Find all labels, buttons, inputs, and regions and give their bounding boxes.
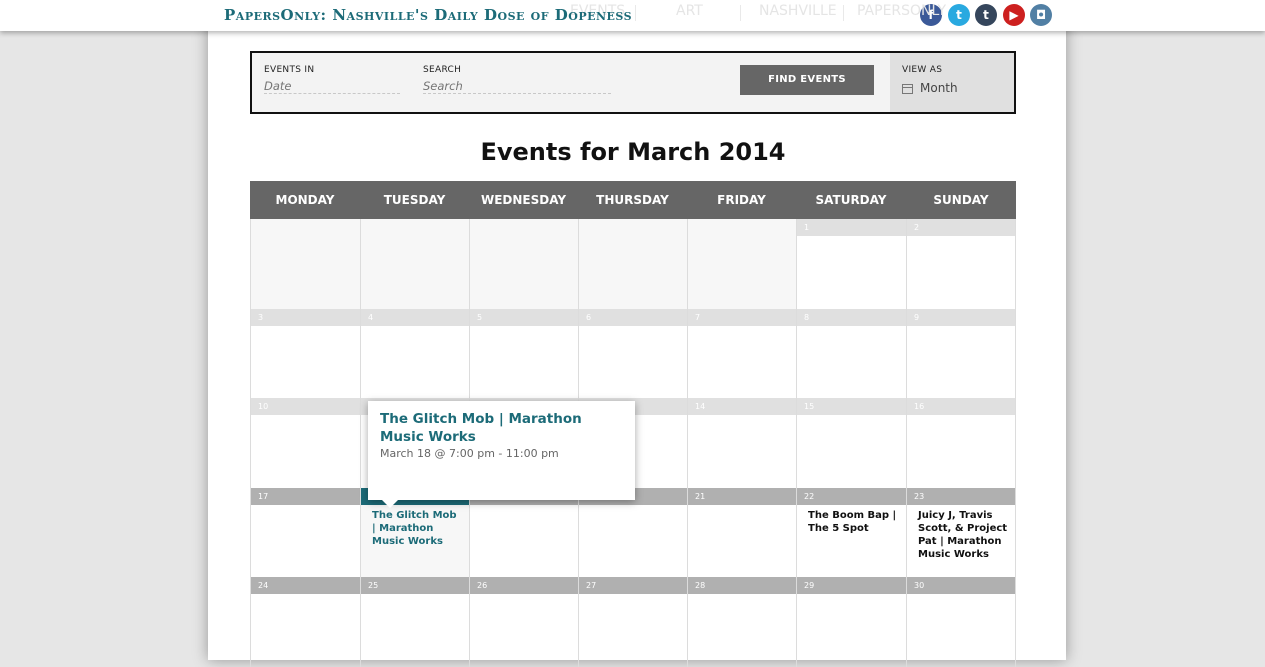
- calendar-cell-5[interactable]: 5: [469, 309, 578, 398]
- calendar-cell-2[interactable]: 2: [906, 219, 1016, 309]
- calendar-cell-empty: [578, 219, 687, 309]
- calendar-cell-7[interactable]: 7: [687, 309, 796, 398]
- day-number: 2: [907, 219, 1015, 236]
- event-filter-bar: EVENTS IN SEARCH FIND EVENTS VIEW AS Mon…: [250, 51, 1016, 114]
- calendar-header: MONDAY TUESDAY WEDNESDAY THURSDAY FRIDAY SATU…: [250, 181, 1016, 219]
- calendar-cell-30[interactable]: 30: [906, 577, 1016, 667]
- weekday-tuesday: TUESDAY: [383, 193, 446, 207]
- calendar-cell-14[interactable]: 14: [687, 398, 796, 488]
- day-number: 27: [579, 577, 687, 594]
- view-as-selector[interactable]: VIEW AS Month: [890, 53, 1014, 112]
- calendar-cell-28[interactable]: 28: [687, 577, 796, 667]
- calendar-cell-10[interactable]: 10: [250, 398, 360, 488]
- twitter-icon[interactable]: t: [948, 4, 970, 26]
- calendar-cell-20[interactable]: 20: [578, 488, 687, 577]
- weekday-sunday: SUNDAY: [933, 193, 989, 207]
- event-link[interactable]: Juicy J, Travis Scott, & Project Pat | M…: [918, 509, 1009, 561]
- day-number: 28: [688, 577, 796, 594]
- day-number: 1: [797, 219, 906, 236]
- calendar-cell-4[interactable]: 4: [360, 309, 469, 398]
- calendar-cell-27[interactable]: 27: [578, 577, 687, 667]
- day-number: 15: [797, 398, 906, 415]
- calendar-cell-empty: [687, 219, 796, 309]
- day-number: 16: [907, 398, 1015, 415]
- tooltip-event-title[interactable]: The Glitch Mob | Marathon Music Works: [380, 410, 620, 446]
- day-number: 21: [688, 488, 796, 505]
- calendar-cell-9[interactable]: 9: [906, 309, 1016, 398]
- day-number: 22: [797, 488, 906, 505]
- day-number: 3: [251, 309, 360, 326]
- day-number: 14: [688, 398, 796, 415]
- day-number: 25: [361, 577, 469, 594]
- search-input[interactable]: [423, 79, 611, 94]
- calendar-cell-24[interactable]: 24: [250, 577, 360, 667]
- tooltip-event-time: March 18 @ 7:00 pm - 11:00 pm: [380, 447, 559, 460]
- search-label: SEARCH: [423, 65, 462, 75]
- weekday-wednesday: WEDNESDAY: [480, 193, 567, 207]
- calendar-cell-22[interactable]: 22 The Boom Bap | The 5 Spot: [796, 488, 906, 577]
- nav-item-nashville[interactable]: NASHVILLE: [759, 3, 837, 19]
- day-number: 9: [907, 309, 1015, 326]
- day-number: 5: [470, 309, 578, 326]
- calendar-cell-3[interactable]: 3: [250, 309, 360, 398]
- calendar-cell-empty: [250, 219, 360, 309]
- tumblr-icon[interactable]: t: [975, 4, 997, 26]
- day-number: 4: [361, 309, 469, 326]
- nav-divider: [635, 5, 636, 21]
- weekday-monday: MONDAY: [275, 193, 335, 207]
- date-input[interactable]: [264, 79, 400, 94]
- calendar-cell-17[interactable]: 17: [250, 488, 360, 577]
- weekday-friday: FRIDAY: [717, 193, 766, 207]
- page-title: Events for March 2014: [480, 138, 786, 166]
- instagram-icon[interactable]: ◘: [1030, 4, 1052, 26]
- nav-divider: [843, 5, 844, 21]
- calendar-icon: [902, 84, 913, 94]
- weekday-saturday: SATURDAY: [815, 193, 887, 207]
- find-events-button[interactable]: FIND EVENTS: [740, 65, 874, 95]
- calendar-cell-16[interactable]: 16: [906, 398, 1016, 488]
- day-number: 8: [797, 309, 906, 326]
- calendar-cell-empty: [360, 219, 469, 309]
- calendar-cell-1[interactable]: 1: [796, 219, 906, 309]
- day-number: 7: [688, 309, 796, 326]
- nav-item-art[interactable]: ART: [676, 3, 703, 19]
- day-number: 6: [579, 309, 687, 326]
- youtube-icon[interactable]: ▶: [1003, 4, 1025, 26]
- top-bar: EVENTS ART NASHVILLE PAPERSONLY PapersOn…: [0, 0, 1265, 31]
- event-link[interactable]: The Glitch Mob | Marathon Music Works: [372, 509, 463, 548]
- calendar-cell-6[interactable]: 6: [578, 309, 687, 398]
- calendar-cell-25[interactable]: 25: [360, 577, 469, 667]
- calendar-cell-19[interactable]: 19: [469, 488, 578, 577]
- calendar-cell-26[interactable]: 26: [469, 577, 578, 667]
- day-number: 29: [797, 577, 906, 594]
- calendar-cell-23[interactable]: 23 Juicy J, Travis Scott, & Project Pat |…: [906, 488, 1016, 577]
- day-number: 24: [251, 577, 360, 594]
- day-number: 10: [251, 398, 360, 415]
- calendar-cell-21[interactable]: 21: [687, 488, 796, 577]
- view-as-label: VIEW AS: [902, 65, 943, 75]
- nav-divider: [740, 5, 741, 21]
- calendar-cell-empty: [469, 219, 578, 309]
- day-number: 26: [470, 577, 578, 594]
- day-number: 17: [251, 488, 360, 505]
- calendar-cell-8[interactable]: 8: [796, 309, 906, 398]
- calendar-cell-18[interactable]: 18The Glitch Mob | Marathon Music Works: [360, 488, 469, 577]
- calendar-cell-15[interactable]: 15: [796, 398, 906, 488]
- weekday-thursday: THURSDAY: [596, 193, 669, 207]
- event-tooltip[interactable]: The Glitch Mob | Marathon Music Works Ma…: [368, 401, 635, 508]
- events-in-label: EVENTS IN: [264, 65, 315, 75]
- nav-item-papersonly[interactable]: PAPERSONLY: [857, 3, 946, 19]
- day-number: 23: [907, 488, 1015, 505]
- view-as-value[interactable]: Month: [920, 81, 958, 95]
- site-title[interactable]: PapersOnly: Nashville's Daily Dose of Do…: [224, 6, 632, 24]
- day-number: 30: [907, 577, 1015, 594]
- calendar-cell-29[interactable]: 29: [796, 577, 906, 667]
- event-link[interactable]: The Boom Bap | The 5 Spot: [808, 509, 900, 535]
